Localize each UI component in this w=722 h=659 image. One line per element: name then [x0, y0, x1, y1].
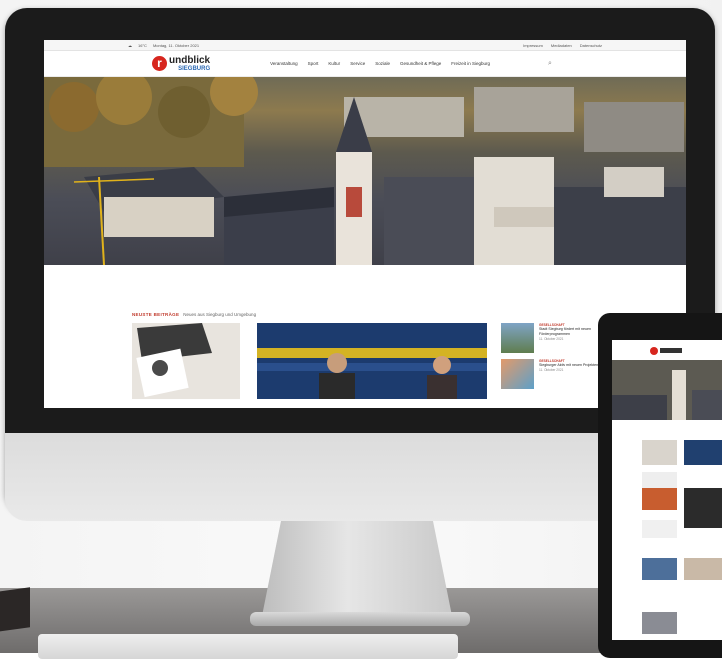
topbar-weather: 16°C — [138, 42, 147, 48]
keyboard — [38, 634, 458, 659]
hero-image — [44, 77, 686, 265]
tablet-screen — [612, 340, 722, 640]
site-logo[interactable]: r undblick SIEGBURG — [152, 54, 211, 72]
search-icon[interactable]: ⌕ — [548, 60, 552, 68]
topbar-link-impressum[interactable]: Impressum — [523, 43, 543, 48]
section-heading: NEUSTE BEITRÄGE Neues aus Siegburg und U… — [132, 312, 256, 317]
article-card-laptop[interactable] — [132, 323, 240, 399]
weather-icon: ☁ — [128, 42, 132, 48]
topbar-date: Montag, 11. Oktober 2021 — [152, 42, 200, 48]
section-subtitle: Neues aus Siegburg und Umgebung — [183, 312, 257, 317]
topbar-link-mediadaten[interactable]: Mediadaten — [551, 43, 572, 48]
nav-item-gesundheit[interactable]: Gesundheit & Pflege — [400, 61, 441, 66]
imac-stand-base — [250, 612, 470, 626]
nav-item-freizeit[interactable]: Freizeit in Siegburg — [451, 61, 490, 66]
nav-item-veranstaltung[interactable]: Veranstaltung — [270, 61, 298, 66]
nav-item-kultur[interactable]: Kultur — [328, 61, 340, 66]
site-topbar: ☁ 16°C Montag, 11. Oktober 2021 Impressu… — [44, 40, 686, 51]
logo-sub-text: SIEGBURG — [178, 65, 211, 72]
imac-screen: ☁ 16°C Montag, 11. Oktober 2021 Impressu… — [44, 40, 686, 408]
nav-item-sport[interactable]: Sport — [308, 61, 319, 66]
book-stack — [0, 587, 30, 633]
topbar-link-datenschutz[interactable]: Datenschutz — [580, 43, 602, 48]
main-nav: Veranstaltung Sport Kultur Service Sozia… — [270, 61, 490, 66]
section-label: NEUSTE BEITRÄGE — [132, 312, 180, 317]
logo-main-text: undblick — [169, 54, 211, 66]
logo-mark: r — [152, 56, 167, 71]
article-card-interview[interactable] — [257, 323, 487, 399]
article-thumbnail — [501, 323, 534, 353]
imac-stand — [262, 521, 452, 616]
nav-item-soziale[interactable]: Soziale — [375, 61, 390, 66]
site-header: r undblick SIEGBURG Veranstaltung Sport … — [44, 51, 686, 77]
nav-item-service[interactable]: Service — [350, 61, 365, 66]
article-thumbnail — [501, 359, 534, 389]
